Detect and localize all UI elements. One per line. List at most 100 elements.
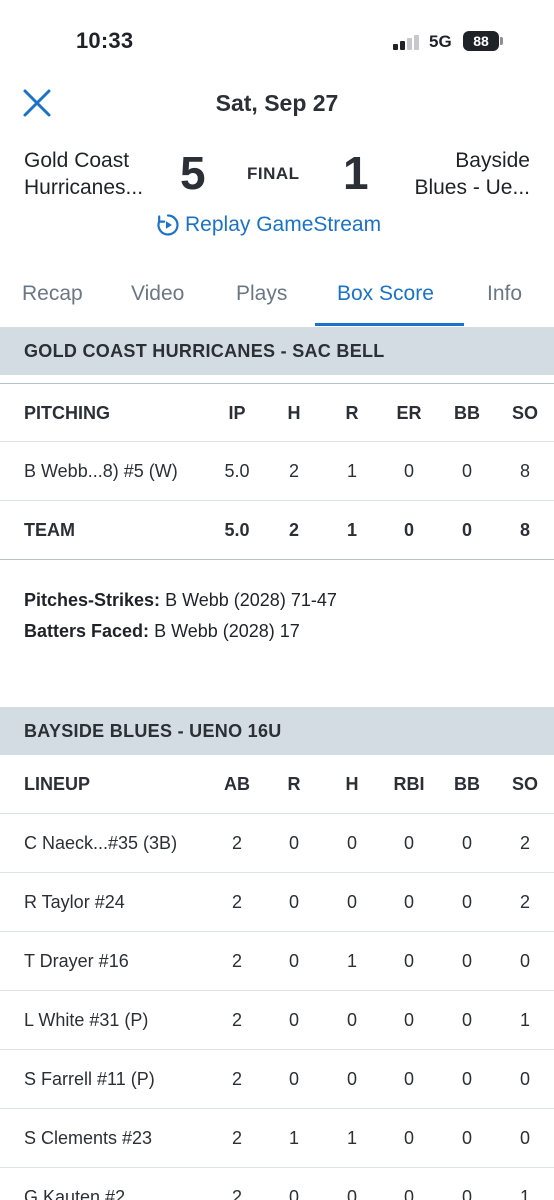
- replay-icon: [157, 214, 179, 236]
- note-label: Pitches-Strikes:: [24, 590, 161, 610]
- stat-cell: 0: [346, 1069, 357, 1089]
- stat-cell: 1: [288, 1128, 299, 1148]
- stat-cell: 0: [519, 1128, 530, 1148]
- game-date: Sat, Sep 27: [215, 90, 339, 116]
- column-header: R: [287, 774, 301, 794]
- stat-cell: 2: [231, 1187, 242, 1200]
- stat-cell: 0: [288, 1010, 299, 1030]
- column-header: SO: [511, 403, 538, 423]
- stat-cell: 2: [288, 461, 299, 481]
- section-header-away: BAYSIDE BLUES - UENO 16U: [0, 707, 554, 755]
- stat-cell: 0: [403, 1010, 414, 1030]
- column-header: R: [345, 403, 359, 423]
- tab-box-score[interactable]: Box Score: [337, 282, 434, 306]
- tab-recap[interactable]: Recap: [22, 282, 83, 306]
- column-header: H: [287, 403, 301, 423]
- note-label: Batters Faced:: [24, 621, 150, 641]
- stat-cell: 1: [519, 1187, 530, 1200]
- note-value: B Webb (2028) 17: [154, 621, 300, 641]
- stat-cell: 0: [461, 892, 472, 912]
- table-row[interactable]: R Taylor #24 2 0 0 0 0 2: [0, 873, 554, 932]
- stat-cell: 0: [461, 1069, 472, 1089]
- tab-plays[interactable]: Plays: [236, 282, 287, 306]
- home-team-line1: Gold Coast: [24, 149, 130, 172]
- table-row[interactable]: S Farrell #11 (P) 2 0 0 0 0 0: [0, 1050, 554, 1109]
- stat-cell: 0: [461, 1010, 472, 1030]
- table-row[interactable]: C Naeck...#35 (3B) 2 0 0 0 0 2: [0, 814, 554, 873]
- game-status: FINAL: [247, 164, 300, 183]
- stat-cell: 8: [519, 520, 530, 540]
- active-tab-indicator: [315, 323, 464, 326]
- table-row[interactable]: T Drayer #16 2 0 1 0 0 0: [0, 932, 554, 991]
- stat-cell: 0: [461, 1187, 472, 1200]
- table-row[interactable]: S Clements #23 2 1 1 0 0 0: [0, 1109, 554, 1168]
- pitching-notes: Pitches-Strikes: B Webb (2028) 71-47 Bat…: [24, 585, 337, 647]
- home-score: 5: [180, 147, 206, 199]
- player-name: G Kauten #2: [24, 1187, 126, 1200]
- stat-cell: 2: [231, 1069, 242, 1089]
- stat-cell: 1: [346, 1128, 357, 1148]
- stat-cell: 0: [519, 951, 530, 971]
- table-row[interactable]: B Webb...8) #5 (W) 5.0 2 1 0 0 8: [0, 442, 554, 501]
- stat-cell: 1: [346, 520, 357, 540]
- stat-cell: 0: [461, 1128, 472, 1148]
- column-header: BB: [454, 403, 480, 423]
- column-header: AB: [224, 774, 250, 794]
- home-team-name[interactable]: Gold Coast Hurricanes...: [24, 147, 174, 201]
- stat-cell: 1: [346, 461, 357, 481]
- team-total-row: TEAM 5.0 2 1 0 0 8: [0, 501, 554, 560]
- battery-tip: [500, 37, 503, 45]
- stat-cell: 0: [403, 461, 414, 481]
- network-label: 5G: [429, 32, 452, 51]
- stat-cell: 0: [403, 520, 414, 540]
- table-row[interactable]: G Kauten #2 2 0 0 0 0 1: [0, 1168, 554, 1200]
- stat-cell: 0: [461, 520, 472, 540]
- stat-cell: 2: [288, 520, 299, 540]
- note-value: B Webb (2028) 71-47: [165, 590, 337, 610]
- column-header: IP: [228, 403, 246, 423]
- stat-cell: 2: [231, 1010, 242, 1030]
- stat-cell: 0: [346, 1187, 357, 1200]
- stat-cell: 5.0: [224, 520, 250, 540]
- stat-cell: 0: [403, 1069, 414, 1089]
- stat-cell: 1: [346, 951, 357, 971]
- player-name: T Drayer #16: [24, 951, 129, 971]
- tab-bar: Recap Video Plays Box Score Info: [0, 270, 554, 328]
- column-header: LINEUP: [24, 774, 91, 794]
- stat-cell: 2: [231, 1128, 242, 1148]
- replay-gamestream-button[interactable]: Replay GameStream: [156, 211, 381, 239]
- team-total-label: TEAM: [24, 520, 75, 540]
- tab-info[interactable]: Info: [487, 282, 522, 306]
- player-name: S Farrell #11 (P): [24, 1069, 155, 1089]
- table-row[interactable]: L White #31 (P) 2 0 0 0 0 1: [0, 991, 554, 1050]
- column-header: PITCHING: [24, 403, 111, 423]
- stat-cell: 0: [346, 1010, 357, 1030]
- player-name: C Naeck...#35 (3B): [24, 833, 178, 853]
- note-line: Pitches-Strikes: B Webb (2028) 71-47: [24, 585, 337, 616]
- stat-cell: 2: [519, 892, 530, 912]
- stat-cell: 8: [519, 461, 530, 481]
- tab-video[interactable]: Video: [131, 282, 184, 306]
- stat-cell: 0: [288, 833, 299, 853]
- player-name: L White #31 (P): [24, 1010, 149, 1030]
- stat-cell: 2: [231, 951, 242, 971]
- stat-cell: 0: [403, 892, 414, 912]
- stat-cell: 0: [461, 951, 472, 971]
- stat-cell: 2: [519, 833, 530, 853]
- stat-cell: 0: [403, 1128, 414, 1148]
- player-name: B Webb...8) #5 (W): [24, 461, 178, 481]
- replay-label: Replay GameStream: [185, 213, 382, 236]
- player-name: S Clements #23: [24, 1128, 153, 1148]
- stat-cell: 0: [403, 951, 414, 971]
- lineup-header-row: LINEUP AB R H RBI BB SO: [0, 755, 554, 814]
- stat-cell: 0: [346, 892, 357, 912]
- battery-icon: 88: [463, 31, 499, 51]
- column-header: RBI: [393, 774, 425, 794]
- signal-icon: [393, 34, 423, 50]
- stat-cell: 0: [288, 951, 299, 971]
- stat-cell: 0: [288, 1069, 299, 1089]
- stat-cell: 0: [519, 1069, 530, 1089]
- away-team-name[interactable]: Bayside Blues - Ue...: [380, 147, 530, 201]
- stat-cell: 0: [403, 1187, 414, 1200]
- pitching-header-row: PITCHING IP H R ER BB SO: [0, 383, 554, 442]
